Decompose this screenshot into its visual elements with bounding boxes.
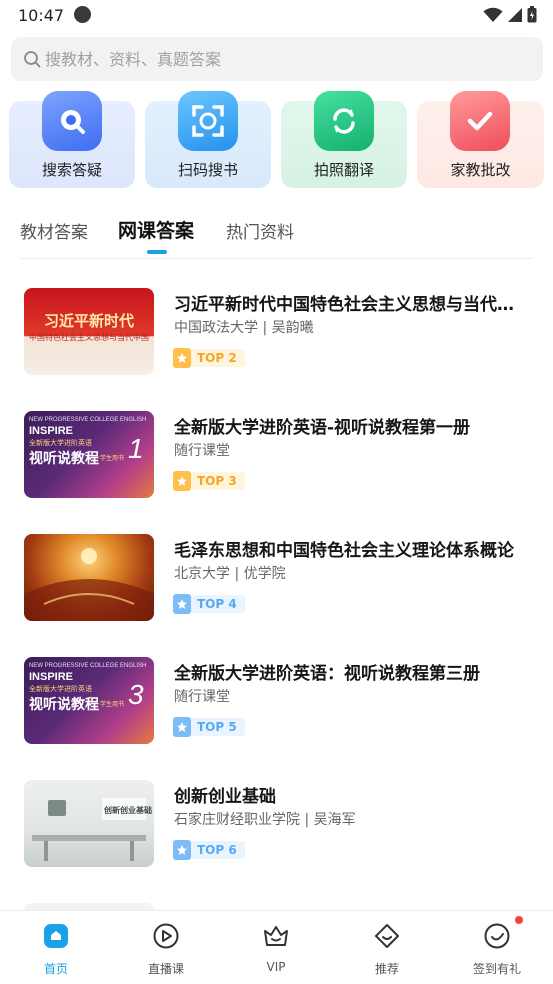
thumbnail-cn-series: 全新版大学进阶英语 [29,686,92,693]
course-title: 全新版大学进阶英语：视听说教程第三册 [174,664,480,684]
nav-vip[interactable]: VIP [231,911,321,984]
divider [20,258,533,259]
play-icon [153,923,179,949]
nav-label: 首页 [43,962,68,976]
star-icon [173,348,191,368]
course-thumbnail: NEW PROGRESSIVE COLLEGE ENGLISH INSPIRE … [24,411,154,498]
nav-home[interactable]: 首页 [11,911,101,984]
thumbnail-series: NEW PROGRESSIVE COLLEGE ENGLISH [29,417,147,423]
tab-online-course-answers[interactable]: 网课答案 [118,216,194,243]
nav-label: 直播课 [147,962,184,976]
signal-icon [508,7,522,22]
thumbnail-cn-series: 全新版大学进阶英语 [29,440,92,447]
quick-action-tutor-grading[interactable]: 家教批改 [417,91,544,188]
thumbnail-main: 视听说教程 [29,450,99,466]
bottom-nav: 首页 直播课 VIP 推荐 签到有礼 [0,910,553,984]
tab-hot-materials[interactable]: 热门资料 [226,218,294,243]
quick-action-label: 拍照翻译 [313,161,374,179]
quick-action-label: 家教批改 [450,161,511,179]
nav-label: 推荐 [374,962,399,976]
course-subtitle: 中国政法大学 | 吴韵曦 [174,320,314,336]
quick-action-label: 扫码搜书 [177,161,238,179]
thumbnail-volume: 1 [128,433,144,464]
notification-dot-icon [74,6,91,23]
search-bar[interactable] [11,37,543,81]
nav-label: VIP [266,960,286,974]
search-input[interactable] [45,49,505,69]
course-subtitle: 随行课堂 [174,443,230,459]
home-icon [44,924,68,948]
nav-checkin-reward[interactable]: 签到有礼 [452,911,542,984]
quick-action-scan-book[interactable]: 扫码搜书 [145,91,271,188]
rank-badge: TOP 3 [173,470,245,492]
quick-action-label: 搜索答疑 [41,161,102,179]
course-list-item[interactable]: NEW PROGRESSIVE COLLEGE ENGLISH INSPIRE … [0,657,553,767]
course-list-item[interactable]: 习近平新时代 中国特色社会主义思想与当代中国 习近平新时代中国特色社会主义思想与… [0,288,553,398]
rank-label: TOP 5 [191,718,245,736]
content-tabs: 教材答案 网课答案 热门资料 [0,214,553,258]
star-icon [173,594,191,614]
battery-icon [527,6,537,23]
notification-badge [515,916,523,924]
rank-badge: TOP 4 [173,593,245,615]
thumbnail-title: 习近平新时代 [43,313,134,330]
scan-icon [178,91,238,151]
thumbnail-main: 视听说教程 [29,696,99,712]
translate-icon [314,91,374,151]
course-title: 毛泽东思想和中国特色社会主义理论体系概论 [174,541,514,561]
classroom-illustration [32,798,146,861]
check-icon [450,91,510,151]
star-icon [173,717,191,737]
rank-label: TOP 4 [191,595,245,613]
tab-textbook-answers[interactable]: 教材答案 [20,218,88,243]
tab-active-indicator [147,250,167,254]
vip-crown-icon [264,926,288,946]
course-subtitle: 石家庄财经职业学院 | 吴海军 [174,812,356,828]
thumbnail-tag: 学生用书 [100,702,125,708]
thumbnail-volume: 3 [128,679,144,710]
rank-label: TOP 3 [191,472,245,490]
rank-badge: TOP 5 [173,716,245,738]
thumbnail-sign: 创新创业基础 [104,806,152,815]
checkin-icon [484,923,510,949]
status-time: 10:47 [18,6,65,25]
search-icon [42,91,102,151]
course-thumbnail: NEW PROGRESSIVE COLLEGE ENGLISH INSPIRE … [24,657,154,744]
rank-badge: TOP 2 [173,347,245,369]
star-icon [173,840,191,860]
rank-label: TOP 2 [191,349,245,367]
wifi-icon [483,7,503,22]
course-title: 创新创业基础 [174,787,276,807]
course-list-item[interactable]: 创新创业基础 创新创业基础 石家庄财经职业学院 | 吴海军 TOP 6 [0,780,553,890]
nav-label: 签到有礼 [472,962,521,976]
course-subtitle: 随行课堂 [174,689,230,705]
course-title: 全新版大学进阶英语-视听说教程第一册 [174,418,471,438]
auditorium-illustration [24,548,154,621]
thumbnail-brand: INSPIRE [29,425,74,437]
status-icons [483,6,537,23]
course-subtitle: 北京大学 | 优学院 [174,566,286,582]
status-bar: 10:47 [0,0,553,30]
rank-label: TOP 6 [191,841,245,859]
course-list-item[interactable]: 毛泽东思想和中国特色社会主义理论体系概论 北京大学 | 优学院 TOP 4 [0,534,553,644]
thumbnail-subtitle: 中国特色社会主义思想与当代中国 [29,333,149,342]
thumbnail-series: NEW PROGRESSIVE COLLEGE ENGLISH [29,663,147,669]
search-icon [24,51,41,68]
quick-action-search-answer[interactable]: 搜索答疑 [9,91,135,188]
course-list-item[interactable]: NEW PROGRESSIVE COLLEGE ENGLISH INSPIRE … [0,411,553,521]
quick-action-photo-translate[interactable]: 拍照翻译 [281,91,407,188]
star-icon [173,471,191,491]
recommend-icon [375,924,399,948]
nav-live-class[interactable]: 直播课 [121,911,211,984]
nav-recommend[interactable]: 推荐 [342,911,432,984]
course-thumbnail: 创新创业基础 [24,780,154,867]
thumbnail-tag: 学生用书 [100,456,125,462]
course-thumbnail [24,534,154,621]
thumbnail-brand: INSPIRE [29,671,74,683]
course-thumbnail: 习近平新时代 中国特色社会主义思想与当代中国 [24,288,154,375]
course-title: 习近平新时代中国特色社会主义思想与当代中国 [174,295,524,315]
rank-badge: TOP 6 [173,839,245,861]
